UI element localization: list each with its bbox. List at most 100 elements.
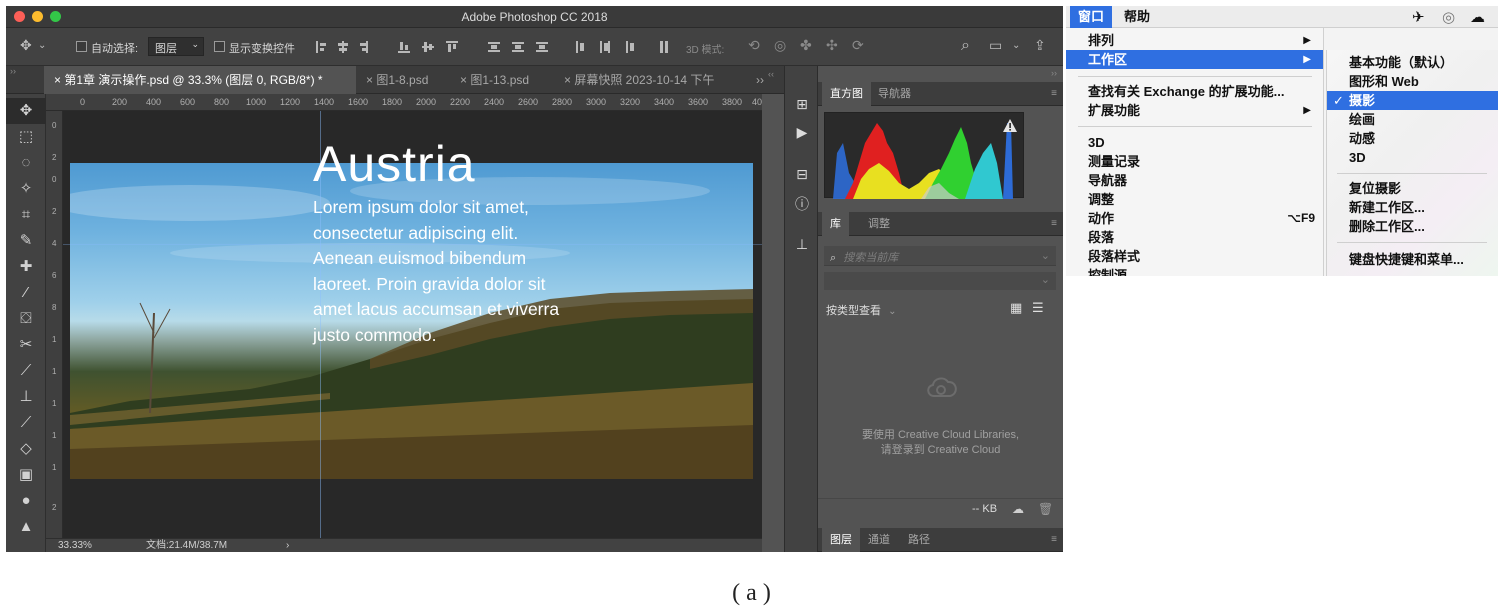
figure-caption: ( a ) (732, 580, 771, 606)
stamp-tool-icon[interactable]: ⊥ (6, 384, 46, 410)
align-distribute-icons[interactable] (316, 39, 676, 55)
view-by-type-dropdown[interactable]: 按类型查看 ⌄ (826, 302, 896, 318)
pencil-tool-icon[interactable]: ⟋ (6, 358, 46, 384)
crop-tool-icon[interactable]: ⌗ (6, 202, 46, 228)
panel-menu-icon[interactable]: ≡ (1051, 218, 1057, 229)
auto-select-dropdown[interactable]: 图层 ⌄ (148, 37, 204, 56)
sharpen-tool-icon[interactable]: ▲ (6, 514, 46, 540)
orbit-3d-icon[interactable]: ⟲ (748, 37, 760, 54)
creative-cloud-menubar-icon[interactable]: ◎ (1442, 8, 1455, 26)
submenu-item-essentials[interactable]: 基本功能（默认） (1327, 53, 1498, 72)
ruler-tick: 1200 (280, 97, 301, 107)
chevron-down-icon[interactable]: ⌄ (1012, 40, 1020, 51)
artwork-headline[interactable]: Austria (313, 135, 476, 193)
menu-item-paragraph-styles[interactable]: 段落样式 (1066, 247, 1323, 266)
tabs-overflow-button[interactable]: ›› (750, 66, 780, 94)
tab-layers[interactable]: 图层 (822, 528, 860, 552)
menu-item-clone-source[interactable]: 控制源 (1066, 266, 1323, 276)
search-icon[interactable]: ⌕ (961, 37, 970, 55)
workspace-switcher-icon[interactable]: ▭ (989, 37, 1002, 54)
actions-panel-icon[interactable]: ▶ (785, 124, 819, 141)
tab-document-3[interactable]: × 图1-13.psd (450, 66, 554, 94)
submenu-item-3d[interactable]: 3D (1327, 148, 1498, 167)
submenu-item-motion[interactable]: 动感 (1327, 129, 1498, 148)
marquee-tool-icon[interactable]: ⬚ (6, 124, 46, 150)
submenu-item-new-workspace[interactable]: 新建工作区... (1327, 198, 1498, 217)
submenu-item-delete-workspace[interactable]: 删除工作区... (1327, 217, 1498, 236)
tab-libraries[interactable]: 库 (822, 212, 849, 236)
document-size[interactable]: 文档:21.4M/38.7M (146, 539, 227, 552)
menu-item-paragraph[interactable]: 段落 (1066, 228, 1323, 247)
menu-item-navigator[interactable]: 导航器 (1066, 171, 1323, 190)
clone-stamp-tool-icon[interactable]: ⛋ (6, 306, 46, 332)
slide-3d-icon[interactable]: ✣ (826, 37, 838, 54)
eyedropper-tool-icon[interactable]: ✎ (6, 228, 46, 254)
tab-navigator[interactable]: 导航器 (870, 82, 919, 106)
ruler-tick: 3200 (620, 97, 641, 107)
tab-document-4[interactable]: × 屏幕快照 2023-10-14 下午 (554, 66, 744, 94)
panel-menu-icon[interactable]: ≡ (1051, 88, 1057, 99)
art-brush-tool-icon[interactable]: ⟋ (6, 410, 46, 436)
move-tool-preset-icon[interactable]: ✥ (20, 37, 32, 54)
lasso-tool-icon[interactable]: ◌ (6, 150, 46, 176)
submenu-item-reset-photography[interactable]: 复位摄影 (1327, 179, 1498, 198)
wechat-icon[interactable]: ☁ (1470, 8, 1485, 26)
clone-source-panel-icon[interactable]: ⊥ (785, 236, 819, 253)
properties-panel-icon[interactable]: ⊟ (785, 166, 819, 183)
move-tool-icon[interactable]: ✥ (6, 98, 46, 124)
panel-collapse-icon[interactable]: ›› (10, 66, 16, 76)
menu-item-exchange[interactable]: 查找有关 Exchange 的扩展功能... (1066, 82, 1323, 101)
tab-adjustments[interactable]: 调整 (860, 212, 898, 236)
auto-select-checkbox[interactable] (76, 41, 87, 52)
blur-tool-icon[interactable]: ● (6, 488, 46, 514)
grid-view-icon[interactable]: ▦ (1010, 300, 1022, 316)
chevron-down-icon: ⌄ (191, 39, 199, 49)
share-icon[interactable]: ⇪ (1034, 37, 1046, 54)
document-canvas[interactable]: Austria Lorem ipsum dolor sit amet, cons… (63, 111, 762, 538)
submenu-item-keyboard-shortcuts[interactable]: 键盘快捷键和菜单... (1327, 250, 1498, 269)
healing-brush-tool-icon[interactable]: ✚ (6, 254, 46, 280)
roll-3d-icon[interactable]: ◎ (774, 37, 786, 54)
menu-item-3d[interactable]: 3D (1066, 133, 1323, 152)
zoom-level[interactable]: 33.33% (58, 539, 92, 552)
status-menu-arrow[interactable]: › (286, 539, 289, 552)
eraser-tool-icon[interactable]: ◇ (6, 436, 46, 462)
submenu-item-painting[interactable]: 绘画 (1327, 110, 1498, 129)
tab-document-1[interactable]: × 第1章 演示操作.psd @ 33.3% (图层 0, RGB/8*) * (44, 66, 356, 94)
show-transform-checkbox[interactable] (214, 41, 225, 52)
warning-icon[interactable] (1003, 119, 1017, 132)
artwork-body-text[interactable]: Lorem ipsum dolor sit amet, consectetur … (313, 195, 573, 348)
magic-wand-tool-icon[interactable]: ✧ (6, 176, 46, 202)
list-view-icon[interactable]: ☰ (1032, 300, 1044, 316)
menu-item-workspace[interactable]: 工作区 ▶ (1066, 50, 1323, 69)
bird-icon[interactable]: ✈ (1412, 8, 1425, 26)
submenu-item-photography[interactable]: ✓ 摄影 (1327, 91, 1498, 110)
tab-paths[interactable]: 路径 (900, 528, 938, 552)
cloud-sync-icon[interactable]: ☁ (1012, 502, 1024, 516)
tab-channels[interactable]: 通道 (860, 528, 898, 552)
menu-help[interactable]: 帮助 (1116, 6, 1158, 28)
library-select[interactable]: ⌄ (824, 272, 1056, 290)
trash-icon[interactable]: 🗑 (1038, 502, 1053, 516)
history-panel-icon[interactable]: ⊞ (785, 96, 819, 113)
info-panel-icon[interactable]: ⓘ (785, 194, 819, 214)
scale-3d-icon[interactable]: ⟳ (852, 37, 864, 54)
collapse-icon[interactable]: ›› (1051, 68, 1057, 78)
menu-item-adjustments[interactable]: 调整 (1066, 190, 1323, 209)
history-brush-tool-icon[interactable]: ✂ (6, 332, 46, 358)
menu-item-actions[interactable]: 动作 ⌥F9 (1066, 209, 1323, 228)
collapse-icon[interactable]: ‹‹ (768, 69, 774, 79)
tab-histogram[interactable]: 直方图 (822, 82, 871, 106)
brush-tool-icon[interactable]: ⁄ (6, 280, 46, 306)
menu-window[interactable]: 窗口 (1070, 6, 1113, 28)
library-search-input[interactable]: ⌕ 搜索当前库 ⌄ (824, 246, 1056, 266)
submenu-item-graphics-web[interactable]: 图形和 Web (1327, 72, 1498, 91)
pan-3d-icon[interactable]: ✤ (800, 37, 812, 54)
chevron-down-icon[interactable]: ⌄ (38, 40, 46, 51)
panel-menu-icon[interactable]: ≡ (1051, 534, 1057, 545)
menu-item-measurement-log[interactable]: 测量记录 (1066, 152, 1323, 171)
menu-item-extensions[interactable]: 扩展功能 ▶ (1066, 101, 1323, 120)
gradient-tool-icon[interactable]: ▣ (6, 462, 46, 488)
tab-document-2[interactable]: × 图1-8.psd (356, 66, 450, 94)
menu-item-arrange[interactable]: 排列 ▶ (1066, 31, 1323, 50)
